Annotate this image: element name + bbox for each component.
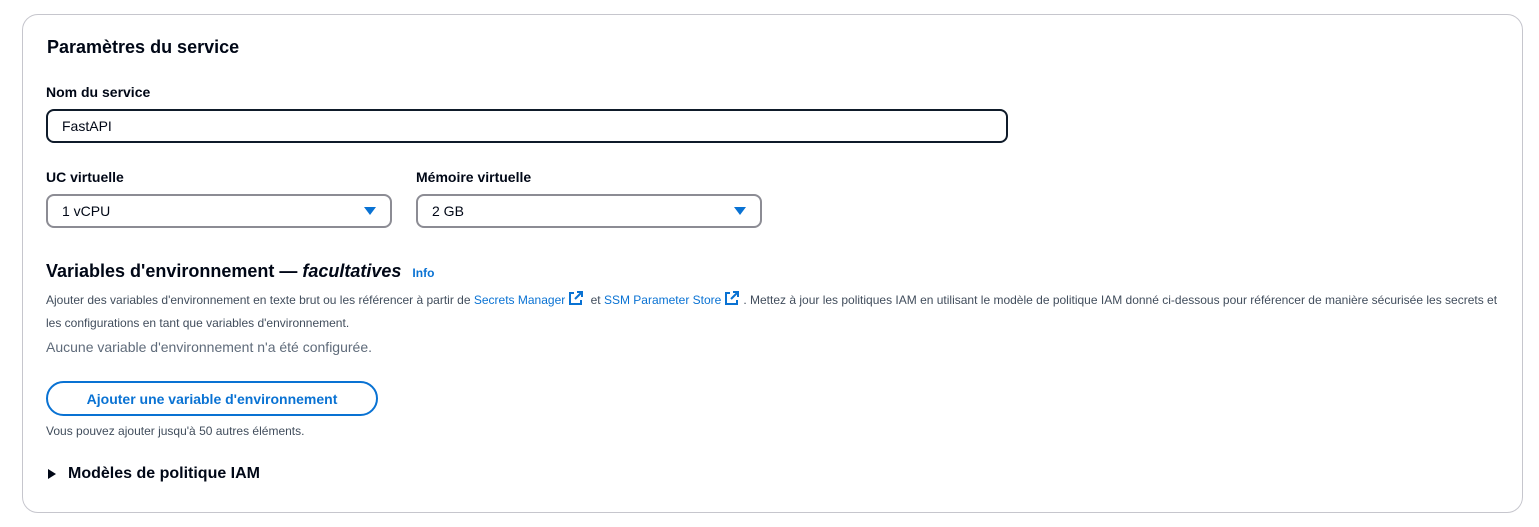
ssm-parameter-store-link[interactable]: SSM Parameter Store bbox=[603, 291, 743, 307]
iam-policy-expander-label: Modèles de politique IAM bbox=[68, 465, 261, 482]
add-env-var-button[interactable]: Ajouter une variable d'environnement bbox=[46, 381, 378, 416]
vcpu-label: UC virtuelle bbox=[46, 169, 124, 185]
memory-select[interactable]: 2 GB bbox=[416, 194, 762, 228]
vcpu-select[interactable]: 1 vCPU bbox=[46, 194, 392, 228]
caret-down-icon bbox=[734, 207, 746, 215]
memory-label: Mémoire virtuelle bbox=[416, 169, 532, 185]
env-vars-title: Variables d'environnement — bbox=[46, 261, 303, 281]
caret-right-icon bbox=[48, 469, 56, 479]
iam-policy-expander[interactable]: Modèles de politique IAM bbox=[48, 464, 260, 484]
secrets-manager-link[interactable]: Secrets Manager bbox=[473, 291, 587, 307]
memory-selected-value: 2 GB bbox=[432, 203, 464, 219]
service-name-input[interactable] bbox=[46, 109, 1008, 143]
caret-down-icon bbox=[364, 207, 376, 215]
env-vars-heading: Variables d'environnement — facultatives… bbox=[46, 260, 434, 284]
no-env-vars-message: Aucune variable d'environnement n'a été … bbox=[46, 339, 373, 355]
env-vars-optional: facultatives bbox=[302, 261, 402, 281]
ssm-link-text: SSM Parameter Store bbox=[603, 293, 722, 307]
section-title: Paramètres du service bbox=[47, 37, 240, 57]
env-vars-description: Ajouter des variables d'environnement en… bbox=[46, 289, 1506, 335]
vcpu-selected-value: 1 vCPU bbox=[62, 203, 111, 219]
secrets-manager-link-text: Secrets Manager bbox=[473, 293, 566, 307]
info-link[interactable]: Info bbox=[412, 266, 434, 280]
external-link-icon bbox=[725, 291, 740, 305]
limit-hint: Vous pouvez ajouter jusqu'à 50 autres él… bbox=[46, 424, 305, 438]
external-link-icon bbox=[569, 291, 584, 305]
desc-text-and: et bbox=[587, 293, 604, 307]
service-settings-container: Paramètres du service Nom du service UC … bbox=[22, 14, 1523, 513]
desc-text-1: Ajouter des variables d'environnement en… bbox=[46, 293, 474, 307]
service-name-label: Nom du service bbox=[46, 84, 151, 100]
